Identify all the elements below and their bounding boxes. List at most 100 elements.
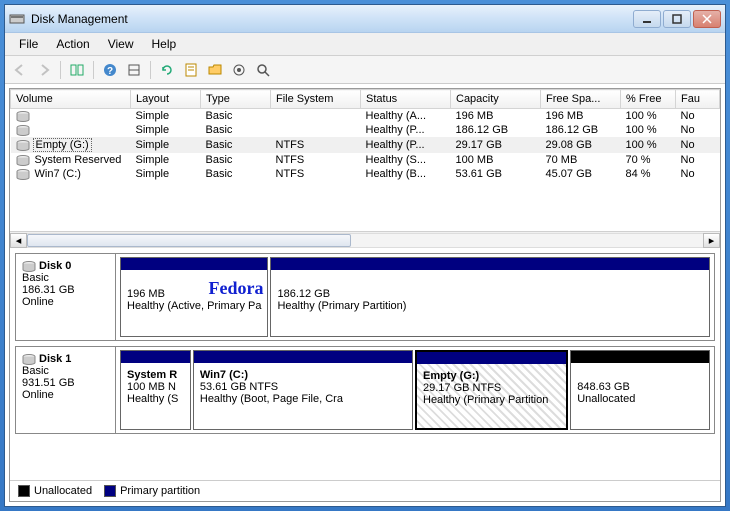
disk-row: Disk 0Basic186.31 GBOnline 196 MBHealthy…: [15, 253, 715, 341]
show-hide-button[interactable]: [123, 59, 145, 81]
partition-detail: Healthy (Boot, Page File, Cra: [200, 393, 406, 405]
col-status[interactable]: Status: [361, 90, 451, 109]
search-button[interactable]: [252, 59, 274, 81]
disk-status: Online: [22, 389, 109, 401]
menu-action[interactable]: Action: [48, 35, 97, 53]
partition-size: 53.61 GB NTFS: [200, 381, 406, 393]
partition-size: 196 MB: [127, 288, 261, 300]
content-area: Volume Layout Type File System Status Ca…: [9, 88, 721, 502]
column-headers[interactable]: Volume Layout Type File System Status Ca…: [11, 90, 720, 109]
menu-view[interactable]: View: [100, 35, 142, 53]
scroll-left-button[interactable]: ◂: [10, 233, 27, 248]
col-capacity[interactable]: Capacity: [451, 90, 541, 109]
settings-button[interactable]: [228, 59, 250, 81]
partition-detail: Healthy (Active, Primary Pa: [127, 300, 261, 312]
drive-icon: [16, 125, 30, 136]
disk-label[interactable]: Disk 1Basic931.51 GBOnline: [16, 347, 116, 433]
drive-icon: [16, 155, 30, 166]
col-pctfree[interactable]: % Free: [621, 90, 676, 109]
scroll-right-button[interactable]: ▸: [703, 233, 720, 248]
volume-name: System Reserved: [33, 154, 124, 166]
table-row[interactable]: Win7 (C:)SimpleBasicNTFSHealthy (B...53.…: [11, 167, 720, 181]
partition-label: Empty (G:): [423, 370, 560, 382]
table-row[interactable]: Empty (G:)SimpleBasicNTFSHealthy (P...29…: [11, 137, 720, 153]
swatch-unallocated: [18, 485, 30, 497]
toolbar: ?: [5, 56, 725, 84]
partition-header: [271, 258, 709, 270]
partition[interactable]: 848.63 GBUnallocated: [570, 350, 710, 430]
table-row[interactable]: System ReservedSimpleBasicNTFSHealthy (S…: [11, 153, 720, 167]
volume-name: Empty (G:): [33, 138, 92, 152]
partition-size: 100 MB N: [127, 381, 184, 393]
disk-name: Disk 0: [39, 260, 71, 272]
scroll-thumb[interactable]: [27, 234, 351, 247]
partition[interactable]: 186.12 GBHealthy (Primary Partition): [270, 257, 710, 337]
partition-detail: Healthy (S: [127, 393, 184, 405]
partition-label: Win7 (C:): [200, 369, 406, 381]
disk-size: 931.51 GB: [22, 377, 109, 389]
disk-type: Basic: [22, 365, 109, 377]
back-button[interactable]: [9, 59, 31, 81]
menu-file[interactable]: File: [11, 35, 46, 53]
partition-body: Win7 (C:)53.61 GB NTFSHealthy (Boot, Pag…: [194, 363, 412, 429]
partition-header: [121, 351, 190, 363]
disk-status: Online: [22, 296, 109, 308]
col-volume[interactable]: Volume: [11, 90, 131, 109]
partition-body: Empty (G:)29.17 GB NTFSHealthy (Primary …: [417, 364, 566, 428]
window-title: Disk Management: [31, 12, 633, 26]
partition[interactable]: Win7 (C:)53.61 GB NTFSHealthy (Boot, Pag…: [193, 350, 413, 430]
partition-body: 848.63 GBUnallocated: [571, 363, 709, 429]
drive-icon: [16, 169, 30, 180]
disk-row: Disk 1Basic931.51 GBOnlineSystem R100 MB…: [15, 346, 715, 434]
partition-header: [194, 351, 412, 363]
legend-primary: Primary partition: [120, 485, 200, 497]
partition-body: System R100 MB NHealthy (S: [121, 363, 190, 429]
partition-header: [571, 351, 709, 363]
panes-button[interactable]: [66, 59, 88, 81]
minimize-button[interactable]: [633, 10, 661, 28]
properties-button[interactable]: [180, 59, 202, 81]
svg-text:?: ?: [107, 66, 113, 77]
col-filesystem[interactable]: File System: [271, 90, 361, 109]
disk-icon: [22, 354, 36, 365]
refresh-button[interactable]: [156, 59, 178, 81]
swatch-primary: [104, 485, 116, 497]
table-row[interactable]: SimpleBasicHealthy (P...186.12 GB186.12 …: [11, 123, 720, 137]
titlebar[interactable]: Disk Management: [5, 5, 725, 33]
volume-list[interactable]: Volume Layout Type File System Status Ca…: [10, 89, 720, 231]
partition-size: 29.17 GB NTFS: [423, 382, 560, 394]
open-folder-button[interactable]: [204, 59, 226, 81]
partition-detail: Healthy (Primary Partition): [277, 300, 703, 312]
menu-help[interactable]: Help: [144, 35, 185, 53]
col-type[interactable]: Type: [201, 90, 271, 109]
disk-name: Disk 1: [39, 353, 71, 365]
partition-body: 196 MBHealthy (Active, Primary Pa: [121, 270, 267, 336]
table-row[interactable]: SimpleBasicHealthy (A...196 MB196 MB100 …: [11, 109, 720, 124]
partition-size: 186.12 GB: [277, 288, 703, 300]
col-fault[interactable]: Fau: [676, 90, 720, 109]
disk-management-window: Disk Management File Action View Help ?: [4, 4, 726, 507]
disk-icon: [22, 261, 36, 272]
partition-header: [121, 258, 267, 270]
col-freespace[interactable]: Free Spa...: [541, 90, 621, 109]
partition[interactable]: Empty (G:)29.17 GB NTFSHealthy (Primary …: [415, 350, 568, 430]
horizontal-scrollbar[interactable]: ◂ ▸: [10, 231, 720, 248]
legend: Unallocated Primary partition: [10, 480, 720, 501]
disk-label[interactable]: Disk 0Basic186.31 GBOnline: [16, 254, 116, 340]
scroll-track[interactable]: [27, 233, 703, 248]
col-layout[interactable]: Layout: [131, 90, 201, 109]
forward-button[interactable]: [33, 59, 55, 81]
partition[interactable]: 196 MBHealthy (Active, Primary PaFedora: [120, 257, 268, 337]
partition-size: 848.63 GB: [577, 381, 703, 393]
help-button[interactable]: ?: [99, 59, 121, 81]
app-icon: [9, 11, 25, 27]
partition[interactable]: System R100 MB NHealthy (S: [120, 350, 191, 430]
maximize-button[interactable]: [663, 10, 691, 28]
disk-graphical-view[interactable]: Disk 0Basic186.31 GBOnline 196 MBHealthy…: [10, 248, 720, 480]
partition-detail: Unallocated: [577, 393, 703, 405]
disk-size: 186.31 GB: [22, 284, 109, 296]
partition-detail: Healthy (Primary Partition: [423, 394, 560, 406]
drive-icon: [16, 111, 30, 122]
close-button[interactable]: [693, 10, 721, 28]
legend-unallocated: Unallocated: [34, 485, 92, 497]
